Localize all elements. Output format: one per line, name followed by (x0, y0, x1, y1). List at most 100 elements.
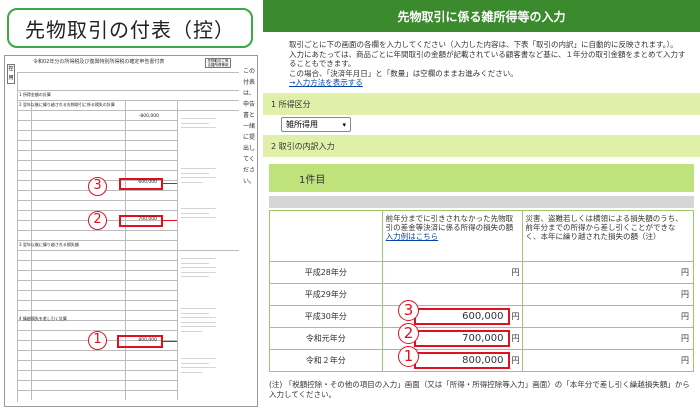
row-right-unit[interactable]: 円 (521, 349, 694, 372)
form-header: 令和02年分の所得税及び復興特別所得税の確定申告書付表 (33, 59, 165, 65)
form-vline (17, 72, 18, 402)
row-unit: 円 (511, 334, 520, 343)
form-line (17, 170, 177, 171)
intro-line-3: この場合、「決済年月日」と「数量」は空欄のままお進みください。 (289, 68, 518, 78)
value-a: 600,000 (138, 180, 157, 185)
row-unit: 円 (511, 268, 520, 277)
amount-input-h30[interactable]: 600,000 (413, 308, 510, 325)
form-line (17, 360, 177, 361)
form-line (17, 310, 177, 311)
amount-input-r1[interactable]: 700,000 (413, 330, 510, 347)
amount-input-r2[interactable]: 800,000 (413, 352, 510, 369)
note-block: ―――――――――― ―――――――― ―――――――――― ―――――――――― ――… (181, 306, 216, 333)
income-type-select[interactable]: 雑所得用 ▾ (281, 117, 351, 132)
form-line (17, 200, 177, 201)
row-unit: 円 (511, 356, 520, 365)
form-line (17, 300, 177, 301)
intro-line-1: 取引ごとに下の画面の各欄を入力してください（入力した内容は、下表「取引の内訳」に… (289, 40, 678, 49)
row-right-unit[interactable]: 円 (521, 327, 694, 350)
row-year: 令和２年分 (269, 349, 383, 372)
form-line (17, 290, 177, 291)
form-line (17, 120, 177, 121)
table-row: 平成28年分 円 円 (269, 261, 694, 284)
row-year: 平成29年分 (269, 283, 383, 306)
form-line (17, 230, 177, 231)
paper-form: 令和02年分の所得税及び復興特別所得税の確定申告書付表 先物取引に係る雑所得等用… (4, 55, 258, 407)
form-line (17, 150, 177, 151)
loss-table: 前年分までに引きされなかった先物取引の差金等決済に係る所得の損失の額 入力例はこ… (269, 210, 694, 372)
note-block: ―――――――――― ―――――――― ―――――――――― (181, 206, 216, 219)
note-block: ―――――――――― ―――――――― ―――――――――― (181, 116, 216, 129)
form-line (17, 350, 177, 351)
header-empty (269, 210, 383, 262)
form-vline (125, 100, 126, 400)
value-c: 800,000 (138, 338, 157, 343)
callout-3-right: 3 (398, 300, 419, 321)
form-vline (177, 100, 178, 400)
callout-2-right: 2 (398, 323, 419, 344)
row-amount-cell: 円 (381, 261, 523, 284)
example-link[interactable]: 入力例はこちら (386, 232, 519, 241)
callout-1-right: 1 (398, 346, 419, 367)
form-line (17, 90, 239, 91)
page-header: 先物取引に係る雑所得等の入力 (263, 0, 700, 32)
row-unit: 円 (511, 312, 520, 321)
row-right-unit[interactable]: 円 (521, 305, 694, 328)
header-prior-loss: 前年分までに引きされなかった先物取引の差金等決済に係る所得の損失の額 入力例はこ… (381, 210, 523, 262)
section-4-label: 4 繰越損失を差し引く計算 (19, 316, 67, 321)
chevron-down-icon: ▾ (342, 120, 346, 129)
web-form: 先物取引に係る雑所得等の入力 取引ごとに下の画面の各欄を入力してください（入力し… (263, 0, 700, 410)
section-3-label: 3 翌年以後に繰り越される損失額 (19, 242, 79, 247)
header-prior-loss-text: 前年分までに引きされなかった先物取引の差金等決済に係る所得の損失の額 (385, 214, 514, 232)
callout-2-left: 2 (88, 211, 107, 230)
form-line (17, 270, 177, 271)
form-line (17, 370, 177, 371)
note-block: ―――――――――― ―――――――― ―――――――――― ―――――――――― ――… (181, 256, 216, 278)
footnote: (注) 「税額控除・その他の項目の入力」画面（又は「所得・所得控除等入力」画面）… (269, 380, 697, 399)
table-header-row: 前年分までに引きされなかった先物取引の差金等決済に係る所得の損失の額 入力例はこ… (269, 210, 694, 262)
section-transaction-detail: 2 取引の内訳入力 (263, 135, 700, 157)
form-line (17, 240, 177, 241)
callout-line (163, 183, 177, 184)
form-line (17, 280, 177, 281)
form-line (17, 72, 239, 73)
note-block: ―――――――――― ―――――――― ―――――――――― ―――――― (181, 356, 216, 374)
table-row: 令和元年分 700,000 円 円 (269, 327, 694, 350)
divider-bar (269, 196, 694, 208)
form-line (17, 160, 177, 161)
form-line (17, 100, 239, 101)
form-line (17, 130, 177, 131)
form-vline (31, 100, 32, 400)
row-year: 平成30年分 (269, 305, 383, 328)
row-right-unit[interactable]: 円 (521, 283, 694, 306)
callout-line (163, 341, 177, 342)
intro-line-2: 入力にあたっては、商品ごとに年間取引の金額が記載されている顧客書など基に、１年分… (289, 49, 686, 69)
form-line (17, 390, 177, 391)
value-b: 700,000 (138, 217, 157, 222)
form-line (17, 110, 239, 111)
table-row: 平成30年分 600,000 円 円 (269, 305, 694, 328)
form-line (17, 260, 177, 261)
row-year: 平成28年分 (269, 261, 383, 284)
form-title: 先物取引の付表（控） (7, 8, 253, 48)
row-right-unit[interactable]: 円 (521, 261, 694, 284)
callout-1-left: 1 (88, 331, 107, 350)
side-column-text: この付表は、申告書と一緒に提出してください。 (242, 68, 255, 185)
row-year: 令和元年分 (269, 327, 383, 350)
form-line (17, 250, 239, 251)
callout-3-left: 3 (88, 177, 107, 196)
note-block: ―――――――――― ―――――――― ―――――――――― ―――――― (181, 166, 216, 184)
form-line (17, 140, 177, 141)
section-2-label: 2 翌年以後に繰り越される先物取引に係る損失の計算 (19, 102, 115, 107)
side-label: 控用 (7, 64, 15, 84)
income-type-value: 雑所得用 (286, 120, 318, 129)
input-method-link[interactable]: →入力方法を表示する (289, 78, 363, 87)
section-income-type: 1 所得区分 (263, 93, 700, 115)
intro-text: 取引ごとに下の画面の各欄を入力してください（入力した内容は、下表「取引の内訳」に… (277, 40, 692, 88)
value-top: -800,000 (138, 114, 159, 119)
form-header-box: 先物取引に係る雑所得等用 (205, 58, 231, 68)
section-1-label: 1 所得金額の計算 (19, 92, 51, 97)
table-row: 令和２年分 800,000 円 円 (269, 349, 694, 372)
footnote-label: (注) (269, 380, 283, 389)
footnote-text: 「税額控除・その他の項目の入力」画面（又は「所得・所得控除等入力」画面）の「本年… (269, 380, 690, 399)
